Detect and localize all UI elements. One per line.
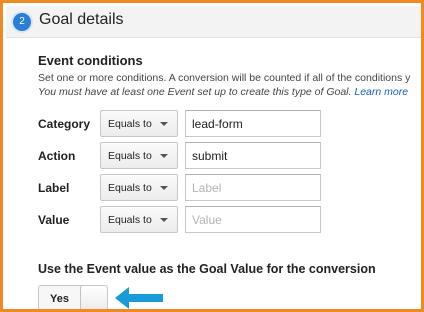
label-operator-select[interactable]: Equals to — [100, 174, 178, 201]
chevron-down-icon — [160, 154, 168, 158]
action-label: Action — [38, 149, 76, 163]
learn-more-link[interactable]: Learn more — [354, 86, 408, 98]
page-title: Goal details — [39, 11, 124, 28]
category-value-input[interactable] — [185, 110, 321, 137]
chevron-down-icon — [160, 122, 168, 126]
goal-details-panel: 2 Goal details Event conditions Set one … — [0, 0, 424, 312]
arrow-left-icon — [115, 287, 163, 309]
chevron-down-icon — [160, 218, 168, 222]
action-value-input[interactable] — [185, 142, 321, 169]
label-operator-value: Equals to — [108, 182, 152, 194]
event-conditions-description: Set one or more conditions. A conversion… — [38, 72, 411, 84]
category-operator-value: Equals to — [108, 118, 152, 130]
value-label: Value — [38, 213, 70, 227]
chevron-down-icon — [160, 186, 168, 190]
label-label: Label — [38, 181, 70, 195]
goal-value-label: Use the Event value as the Goal Value fo… — [38, 262, 376, 276]
requirement-text: You must have at least one Event set up … — [38, 86, 352, 98]
action-operator-select[interactable]: Equals to — [100, 142, 178, 169]
step-number-badge: 2 — [13, 13, 31, 31]
toggle-yes-label: Yes — [50, 293, 69, 305]
value-value-input[interactable] — [185, 206, 321, 233]
goal-value-toggle[interactable]: Yes — [38, 285, 108, 309]
goal-details-header: 2 Goal details — [6, 6, 421, 38]
value-operator-select[interactable]: Equals to — [100, 206, 178, 233]
toggle-knob[interactable] — [80, 286, 107, 309]
event-requirement-note: You must have at least one Event set up … — [38, 86, 408, 98]
category-label: Category — [38, 117, 91, 131]
event-conditions-title: Event conditions — [38, 53, 143, 68]
action-operator-value: Equals to — [108, 150, 152, 162]
label-value-input[interactable] — [185, 174, 321, 201]
description-fade — [413, 63, 421, 103]
category-operator-select[interactable]: Equals to — [100, 110, 178, 137]
value-operator-value: Equals to — [108, 214, 152, 226]
